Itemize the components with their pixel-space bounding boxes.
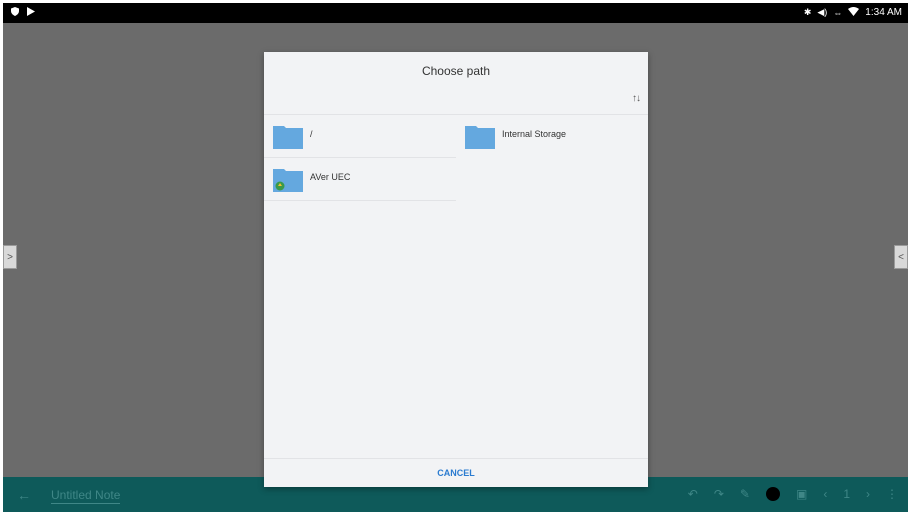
dialog-title: Choose path [421,64,491,78]
play-store-icon [27,7,35,19]
folder-usb-icon [273,167,303,192]
bluetooth-icon: ✱ [803,7,812,17]
wifi-icon [848,7,860,18]
screen: ✱ ◀︎) ⇔ 1:34 AM > < ← Untitled Note ↶ ↷ … [3,3,908,512]
left-panel-toggle[interactable]: > [3,245,17,269]
choose-path-dialog: Choose path ↑↓ / Internal Storage AVer U… [264,52,648,487]
image-icon[interactable]: ▣ [796,487,807,501]
folder-icon [273,124,303,149]
previous-page-icon[interactable]: ‹ [823,487,827,501]
back-arrow-icon[interactable]: ← [17,487,31,503]
path-list: / Internal Storage AVer UEC [264,114,648,201]
clock: 1:34 AM [865,7,902,18]
folder-icon [465,124,495,149]
path-item-label: / [310,129,313,139]
sync-icon: ⇔ [833,7,843,18]
right-panel-toggle[interactable]: < [894,245,908,269]
path-row: / Internal Storage [264,114,648,157]
path-item-root[interactable]: / [264,115,456,157]
status-bar: ✱ ◀︎) ⇔ 1:34 AM [3,3,908,23]
shield-icon [11,7,19,19]
pen-icon[interactable]: ✎ [740,487,750,501]
next-page-icon[interactable]: › [866,487,870,501]
path-item-internal-storage[interactable]: Internal Storage [456,115,648,157]
redo-icon[interactable]: ↷ [714,487,724,501]
chevron-right-icon: > [7,251,13,263]
sort-icon[interactable]: ↑↓ [632,93,641,104]
path-row: AVer UEC [264,157,456,201]
undo-icon[interactable]: ↶ [688,487,698,501]
volume-icon: ◀︎) [817,7,828,17]
path-item-label: Internal Storage [502,129,567,139]
more-options-icon[interactable]: ⋮ [886,487,898,501]
path-item-label: AVer UEC [310,172,351,182]
path-item-aver-uec[interactable]: AVer UEC [264,158,456,200]
cancel-button[interactable]: CANCEL [264,458,648,487]
note-title[interactable]: Untitled Note [51,488,121,504]
page-number: 1 [843,487,850,501]
color-picker-button[interactable] [765,487,780,501]
chevron-left-icon: < [898,251,904,263]
